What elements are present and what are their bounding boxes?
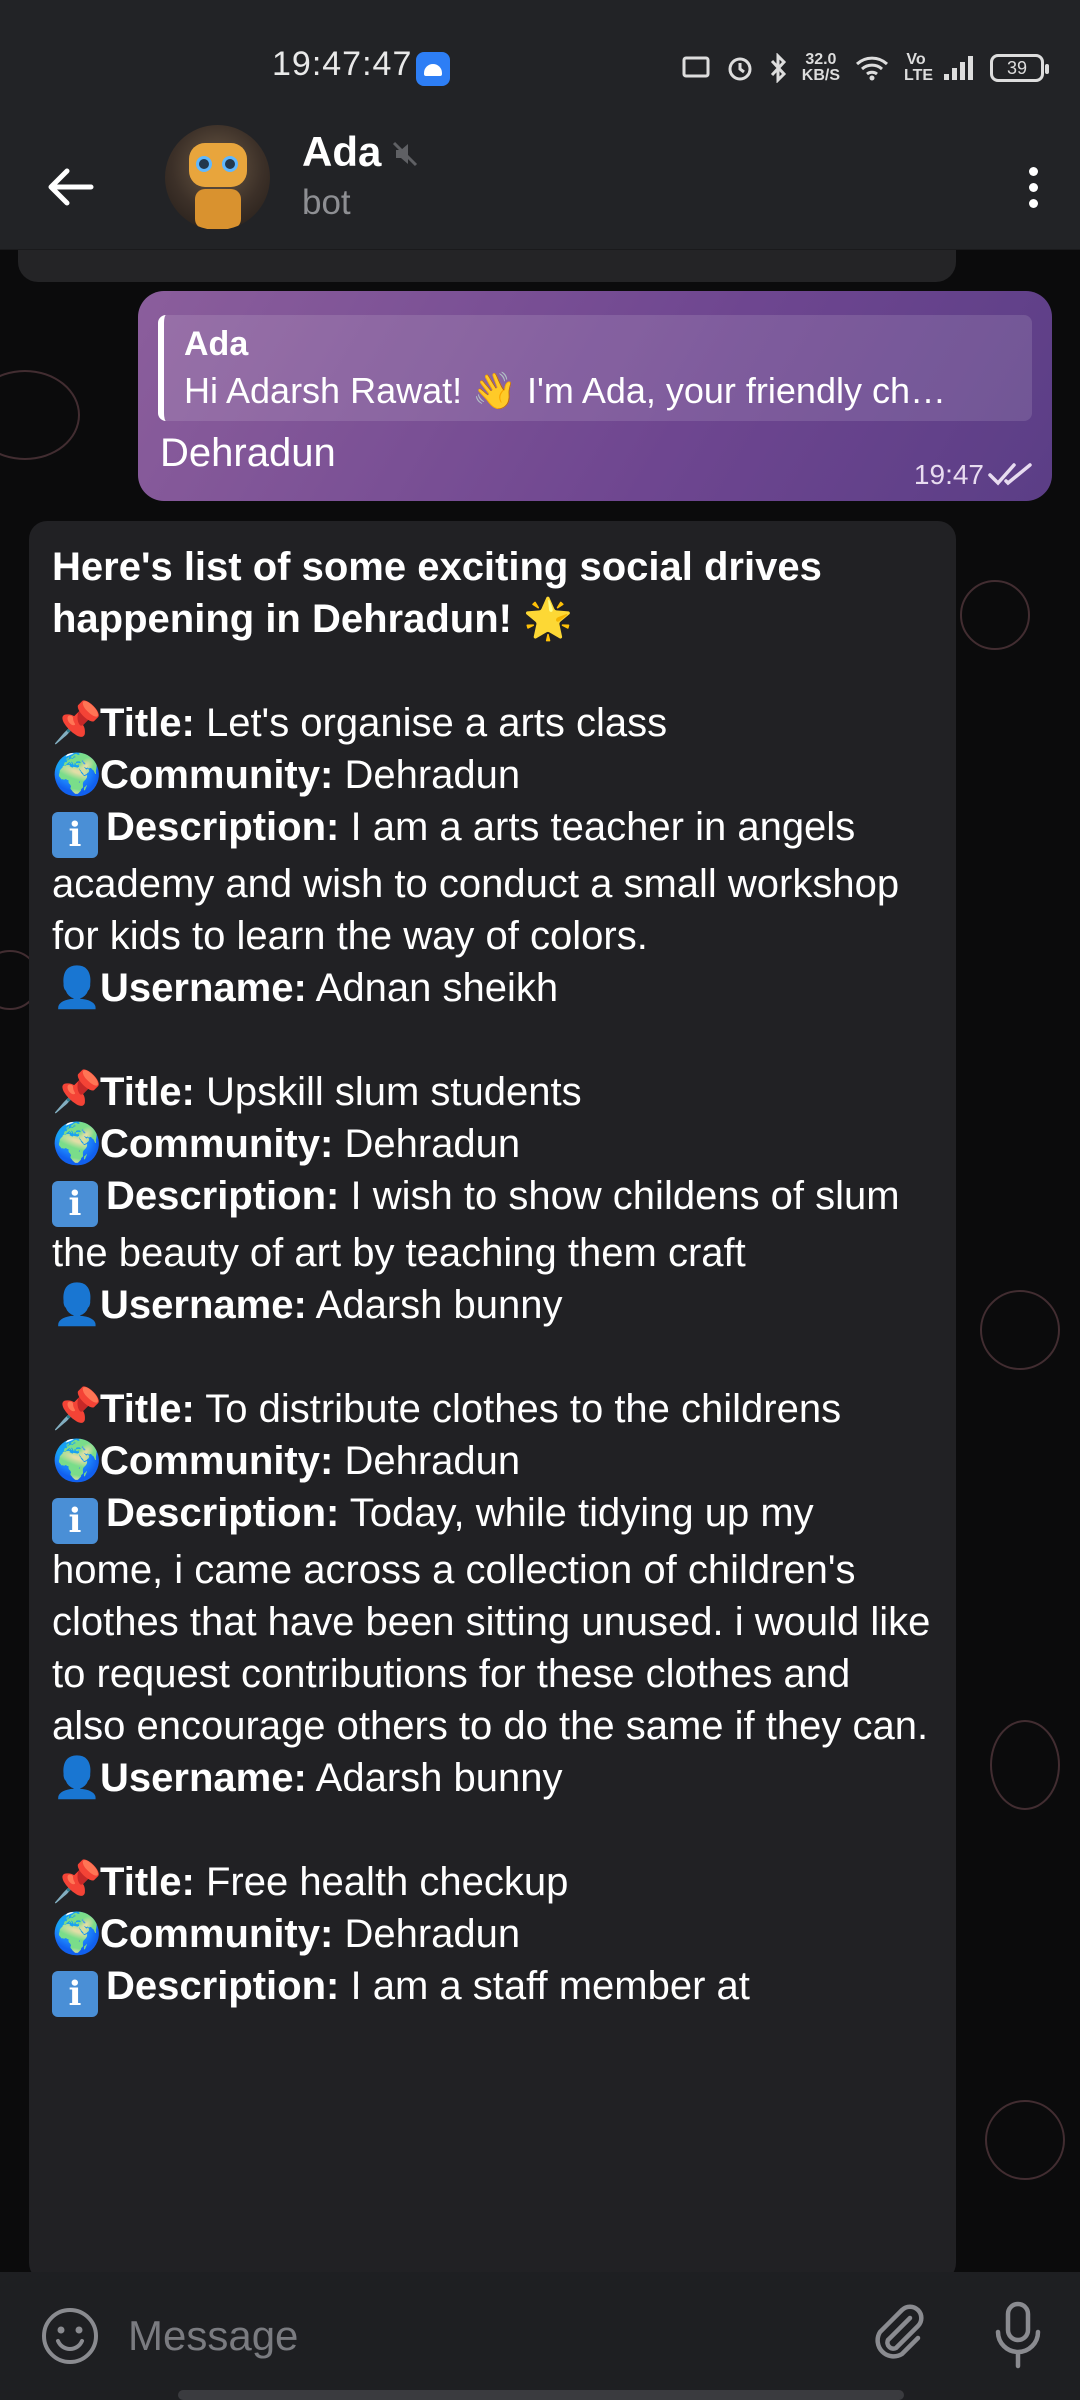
drive-title: Upskill slum students (205, 1070, 582, 1114)
muted-icon (392, 141, 418, 167)
chat-subtitle: bot (302, 183, 351, 222)
incoming-message[interactable]: Here's list of some exciting social driv… (29, 521, 956, 2272)
drive-username: Adarsh bunny (315, 1756, 563, 1800)
info-icon: i (52, 1971, 98, 2017)
pin-icon: 📌 (52, 1069, 102, 1115)
info-icon: i (52, 1498, 98, 1544)
previous-message (18, 250, 956, 282)
drive-description: I am a staff member at (350, 1964, 750, 2008)
user-icon: 👤 (52, 1755, 102, 1801)
outgoing-message[interactable]: Ada Hi Adarsh Rawat! 👋 I'm Ada, your fri… (138, 291, 1052, 501)
screen-icon (682, 56, 710, 78)
drive-community: Dehradun (344, 1122, 521, 1166)
status-bar: 19:47:47 32.0 KB/S Vo LTE 39 (0, 0, 1080, 125)
drive-title: Free health checkup (205, 1860, 569, 1904)
info-icon: i (52, 1181, 98, 1227)
drive-item: 📌Title: Free health checkup 🌍Community: … (52, 1856, 934, 2017)
pin-icon: 📌 (52, 1859, 102, 1905)
network-speed: 32.0 KB/S (801, 51, 840, 84)
alarm-icon (728, 57, 752, 81)
volte-label: Vo LTE (904, 51, 934, 84)
pin-icon: 📌 (52, 1386, 102, 1432)
emoji-button-icon[interactable] (40, 2306, 100, 2366)
double-check-icon (988, 463, 1032, 486)
info-icon: i (52, 812, 98, 858)
message-heading: Here's list of some exciting social driv… (52, 545, 822, 641)
status-icons: 32.0 KB/S Vo LTE 39 (682, 46, 1049, 90)
chat-header: Ada bot (0, 125, 1080, 250)
avatar[interactable] (165, 125, 270, 230)
attach-icon[interactable] (866, 2300, 930, 2364)
drive-community: Dehradun (344, 1439, 521, 1483)
reply-preview[interactable]: Ada Hi Adarsh Rawat! 👋 I'm Ada, your fri… (158, 315, 1032, 421)
message-input[interactable]: Message (128, 2312, 298, 2360)
pin-icon: 📌 (52, 700, 102, 746)
globe-icon: 🌍 (52, 1911, 102, 1957)
chat-area[interactable]: Ada Hi Adarsh Rawat! 👋 I'm Ada, your fri… (0, 250, 1080, 2272)
message-time: 19:47 (913, 459, 984, 490)
more-options-button[interactable] (1008, 155, 1058, 219)
globe-icon: 🌍 (52, 752, 102, 798)
drive-item: 📌Title: Let's organise a arts class 🌍Com… (52, 697, 934, 1014)
reply-text: Hi Adarsh Rawat! 👋 I'm Ada, your friendl… (184, 370, 946, 411)
wifi-icon (855, 56, 889, 81)
drive-title: Let's organise a arts class (205, 701, 668, 745)
signal-icon (944, 56, 973, 80)
message-text: Dehradun (160, 431, 336, 475)
back-button[interactable] (38, 155, 102, 219)
drive-item: 📌Title: Upskill slum students 🌍Community… (52, 1066, 934, 1331)
gesture-bar (178, 2390, 904, 2400)
drive-title: To distribute clothes to the childrens (205, 1387, 842, 1431)
user-icon: 👤 (52, 1282, 102, 1328)
arrow-left-icon (48, 168, 94, 206)
microphone-icon[interactable] (988, 2300, 1048, 2370)
globe-icon: 🌍 (52, 1121, 102, 1167)
globe-icon: 🌍 (52, 1438, 102, 1484)
reply-sender: Ada (184, 325, 249, 363)
battery-icon: 39 (990, 54, 1049, 82)
message-input-bar: Message (0, 2272, 1080, 2400)
drive-community: Dehradun (344, 1912, 521, 1956)
drive-username: Adnan sheikh (315, 966, 559, 1010)
chat-title[interactable]: Ada (302, 128, 381, 176)
app-notification-icon (416, 52, 450, 86)
drive-item: 📌Title: To distribute clothes to the chi… (52, 1383, 934, 1804)
drive-username: Adarsh bunny (315, 1283, 563, 1327)
bluetooth-icon (770, 53, 786, 83)
user-icon: 👤 (52, 965, 102, 1011)
drive-community: Dehradun (344, 753, 521, 797)
status-time: 19:47:47 (272, 45, 413, 83)
